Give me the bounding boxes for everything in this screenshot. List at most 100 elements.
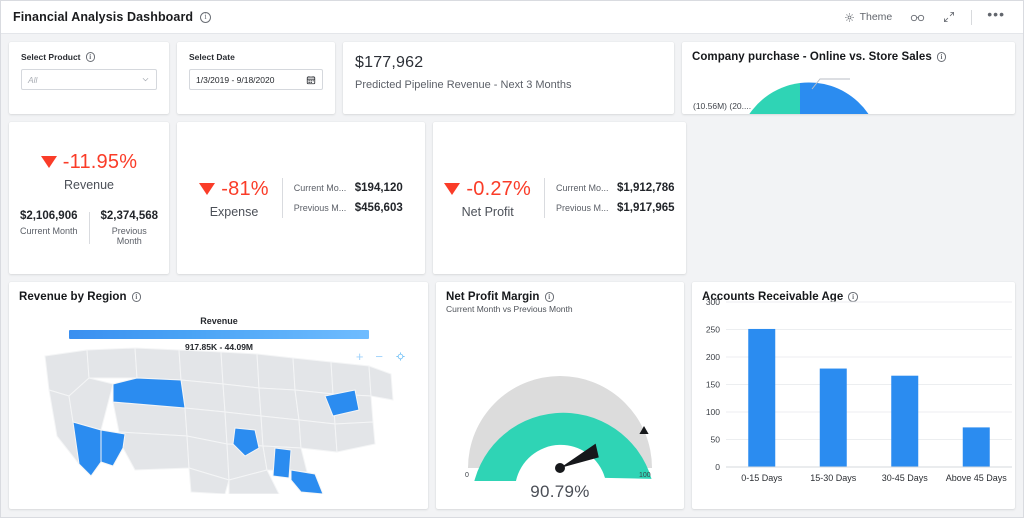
y-tick-label: 300 <box>706 297 720 307</box>
bar-chart-category-labels: 0-15 Days 15-30 Days 30-45 Days Above 45 Da… <box>741 473 1007 483</box>
kpi-net-profit-change-value: -0.27% <box>466 177 531 200</box>
kpi-expense-details: Current Mo... $194,120 Previous M... $45… <box>281 178 403 218</box>
bar[interactable] <box>819 368 847 467</box>
date-range-input[interactable]: 1/3/2019 - 9/18/2020 <box>189 69 323 90</box>
view-button[interactable] <box>901 8 934 27</box>
kpi-net-profit-current-row: Current Mo... $1,912,786 <box>556 178 675 198</box>
pie-slice-store[interactable] <box>743 83 800 114</box>
predicted-pipeline-card: $177,962 Predicted Pipeline Revenue - Ne… <box>343 42 674 114</box>
y-tick-label: 50 <box>711 435 721 445</box>
kpi-revenue-current-label: Current Month <box>19 225 78 236</box>
titlebar-actions: Theme ••• <box>835 6 1013 28</box>
gauge-info-icon[interactable]: i <box>544 292 554 302</box>
bar-chart-y-ticks: 0 50 100 150 200 250 300 <box>706 297 720 472</box>
theme-button[interactable]: Theme <box>835 7 902 27</box>
kpi-card-revenue: -11.95% Revenue $2,106,906 Current Month… <box>9 122 169 274</box>
pipeline-label: Predicted Pipeline Revenue - Next 3 Mont… <box>355 79 572 91</box>
kpi-net-profit-change: -0.27% <box>444 178 531 201</box>
charts-row: Revenue by Region i Revenue 917.85K - 44… <box>9 282 1015 509</box>
map-title-wrap: Revenue by Region i <box>9 282 428 303</box>
kpi-expense-summary: -81% Expense <box>199 178 282 219</box>
category-label: 15-30 Days <box>810 473 857 483</box>
map-base-states <box>44 347 394 494</box>
theme-label: Theme <box>859 11 893 23</box>
bar-chart-svg[interactable]: 0 50 100 150 200 250 300 0-15 Days 15-30 Days 30… <box>692 282 1015 494</box>
date-range-value: 1/3/2019 - 9/18/2020 <box>196 74 275 85</box>
select-date-label: Select Date <box>189 52 235 62</box>
category-label: 30-45 Days <box>882 473 929 483</box>
kpi-net-profit-previous-row: Previous M... $1,917,965 <box>556 198 675 218</box>
kpi-net-profit-previous-value: $1,917,965 <box>617 202 675 214</box>
kpi-revenue-change: -11.95% <box>40 150 138 174</box>
map-state-california[interactable] <box>72 421 102 477</box>
map-legend-title: Revenue <box>200 316 238 326</box>
select-date-card: Select Date 1/3/2019 - 9/18/2020 <box>177 42 335 114</box>
y-tick-label: 100 <box>706 407 720 417</box>
kpi-net-profit-previous-label: Previous M... <box>556 203 608 213</box>
pie-chart-title-wrap: Company purchase - Online vs. Store Sale… <box>682 42 1015 63</box>
select-product-info-icon[interactable]: i <box>85 52 96 62</box>
calendar-icon[interactable] <box>306 75 316 85</box>
bar[interactable] <box>962 427 990 467</box>
bar-chart-body: 0 50 100 150 200 250 300 0-15 Days 15-30 Days 30… <box>692 282 1015 509</box>
y-tick-label: 200 <box>706 352 720 362</box>
title-info-icon[interactable]: i <box>200 11 212 23</box>
accounts-receivable-age-card: Accounts Receivable Age i 0 50 100 150 200 25… <box>692 282 1015 509</box>
expand-button[interactable] <box>934 7 964 27</box>
kpi-revenue-details: $2,106,906 Current Month $2,374,568 Prev… <box>9 210 169 246</box>
more-options-button[interactable]: ••• <box>979 6 1013 28</box>
kpi-net-profit-body: -0.27% Net Profit Current Mo... $1,912,7… <box>444 178 675 219</box>
binoculars-icon <box>911 14 925 21</box>
gauge-max-label: 100 <box>639 472 651 479</box>
map-state-alabama[interactable] <box>272 447 292 479</box>
chevron-down-icon <box>142 77 149 82</box>
map-info-icon[interactable]: i <box>131 292 142 302</box>
kpi-revenue-current-value: $2,106,906 <box>19 209 78 222</box>
y-tick-label: 150 <box>706 380 720 390</box>
kpi-revenue-name: Revenue <box>63 177 115 192</box>
kpi-card-expense: -81% Expense Current Mo... $194,120 Prev… <box>177 122 425 274</box>
kpi-expense-name: Expense <box>209 204 259 219</box>
map-title: Revenue by Region <box>19 291 127 303</box>
map-state-nevada[interactable] <box>100 429 126 467</box>
bar-chart-bars[interactable] <box>748 328 990 467</box>
kpi-expense-previous-label: Previous M... <box>293 203 346 213</box>
map-state-florida[interactable] <box>290 469 324 494</box>
bar[interactable] <box>748 328 776 467</box>
kpi-revenue-previous: $2,374,568 Previous Month <box>89 210 169 246</box>
kpi-net-profit-details: Current Mo... $1,912,786 Previous M... $… <box>544 178 675 218</box>
kpi-card-net-profit: -0.27% Net Profit Current Mo... $1,912,7… <box>433 122 686 274</box>
gauge-body: 0 100 90.79% <box>436 314 684 509</box>
gauge-hub <box>555 463 565 473</box>
bar[interactable] <box>891 375 919 467</box>
trend-down-icon <box>199 183 216 195</box>
kpi-expense-current-value: $194,120 <box>354 182 403 194</box>
select-product-card: Select Product i All <box>9 42 169 114</box>
pie-chart-body: (10.56M) (20.... (41.89M)... Online <box>682 63 1015 114</box>
kpi-cards-row: -11.95% Revenue $2,106,906 Current Month… <box>9 122 1015 274</box>
title-bar: Financial Analysis Dashboard i Theme ••• <box>1 1 1023 34</box>
kpi-revenue-change-value: -11.95% <box>62 150 138 173</box>
filters-row: Select Product i All Select Date 1/3/201… <box>9 42 1015 114</box>
kpi-revenue-body: -11.95% Revenue $2,106,906 Current Month… <box>9 151 169 246</box>
pie-chart-info-icon[interactable]: i <box>936 52 947 62</box>
category-label: Above 45 Days <box>946 473 1008 483</box>
select-product-dropdown[interactable]: All <box>21 69 157 90</box>
gauge-title-wrap: Net Profit Margin i <box>436 282 684 303</box>
kpi-net-profit-summary: -0.27% Net Profit <box>444 178 544 219</box>
us-map[interactable] <box>39 344 399 494</box>
select-product-label-wrap: Select Product i <box>21 52 157 62</box>
trend-down-icon <box>444 183 461 195</box>
pie-chart-title: Company purchase - Online vs. Store Sale… <box>692 51 932 63</box>
kpi-expense-change: -81% <box>199 178 269 201</box>
select-product-value: All <box>28 74 38 85</box>
trend-down-icon <box>40 156 57 168</box>
pipeline-value: $177,962 <box>355 54 424 71</box>
gauge-subtitle: Current Month vs Previous Month <box>446 304 573 314</box>
gauge-value-label: 90.79% <box>530 482 590 501</box>
kpi-net-profit-current-value: $1,912,786 <box>617 182 675 194</box>
gear-icon <box>844 12 854 22</box>
gauge-svg[interactable] <box>458 366 663 481</box>
gauge-min-label: 0 <box>465 472 469 479</box>
revenue-by-region-card: Revenue by Region i Revenue 917.85K - 44… <box>9 282 428 509</box>
